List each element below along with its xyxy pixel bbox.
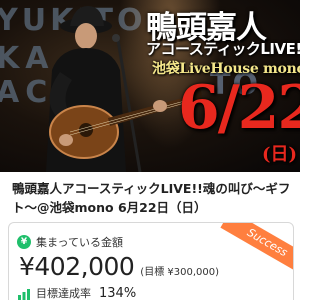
coin-icon: ¥ — [17, 235, 31, 249]
raised-label: 集まっている金額 — [36, 236, 124, 249]
hero-date: 6/22 — [178, 73, 300, 143]
amount-row: ¥402,000 (目標 ¥300,000) — [19, 252, 219, 281]
rate-value: 134% — [99, 285, 137, 300]
funding-stats-card: Success ¥ 集まっている金額 ¥402,000 (目標 ¥300,000… — [8, 222, 294, 300]
project-hero-image[interactable]: YUKITO KA ACOU TO 鴨頭嘉人 アコースティックLIVE!! — [0, 0, 300, 172]
success-ribbon-badge: Success — [220, 223, 293, 276]
project-title[interactable]: 鴨頭嘉人アコースティックLIVE!!魂の叫び〜ギフト〜@池袋mono 6月22日… — [12, 179, 292, 217]
achievement-rate-row: 目標達成率 134% — [17, 285, 136, 300]
goal-amount: (目標 ¥300,000) — [140, 267, 219, 278]
hero-weekday: (日) — [262, 144, 298, 165]
raised-amount: ¥402,000 — [19, 252, 135, 281]
raised-amount-label-row: ¥ 集まっている金額 — [17, 234, 123, 250]
hero-event-subtitle: アコースティックLIVE!! — [146, 40, 300, 58]
rate-label: 目標達成率 — [36, 287, 91, 300]
bar-chart-icon — [17, 286, 31, 300]
